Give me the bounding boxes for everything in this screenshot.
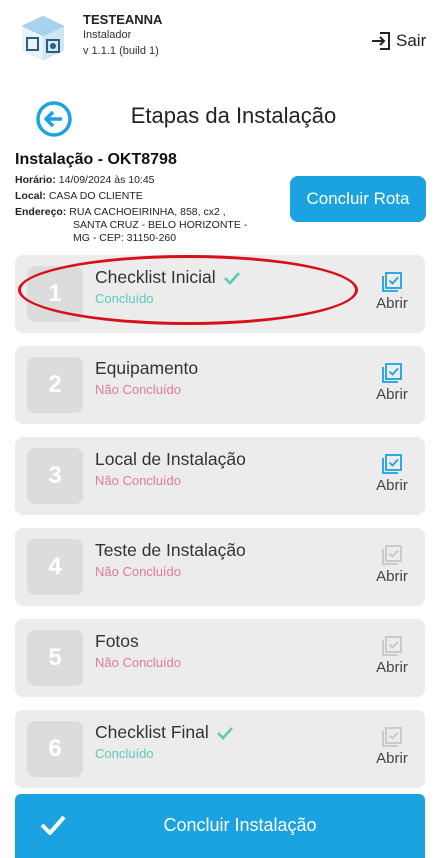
step-title-wrap: Fotos bbox=[95, 631, 139, 652]
endereco-line-2: SANTA CRUZ - BELO HORIZONTE - bbox=[73, 219, 248, 231]
open-step-button[interactable]: Abrir bbox=[370, 635, 414, 676]
open-label: Abrir bbox=[376, 659, 408, 676]
app-version: v 1.1.1 (build 1) bbox=[83, 45, 159, 57]
endereco-line-3: MG - CEP: 31150-260 bbox=[73, 232, 177, 244]
open-step-button[interactable]: Abrir bbox=[370, 453, 414, 494]
checklist-icon bbox=[382, 272, 402, 292]
step-card-5[interactable]: 5 Fotos Não Concluído Abrir bbox=[15, 619, 425, 697]
endereco-line-1: RUA CACHOEIRINHA, 858, cx2 , bbox=[69, 206, 226, 218]
open-label: Abrir bbox=[376, 295, 408, 312]
checklist-icon bbox=[382, 454, 402, 474]
step-card-3[interactable]: 3 Local de Instalação Não Concluído Abri… bbox=[15, 437, 425, 515]
logout-icon bbox=[372, 32, 390, 50]
open-label: Abrir bbox=[376, 477, 408, 494]
open-step-button[interactable]: Abrir bbox=[370, 271, 414, 312]
page-title: Etapas da Instalação bbox=[130, 103, 337, 128]
open-step-button[interactable]: Abrir bbox=[370, 726, 414, 767]
step-title: Teste de Instalação bbox=[95, 540, 246, 560]
concluir-instalacao-label: Concluir Instalação bbox=[163, 815, 317, 835]
step-title: Local de Instalação bbox=[95, 449, 246, 469]
concluir-rota-button[interactable]: Concluir Rota bbox=[290, 176, 426, 222]
step-title: Equipamento bbox=[95, 358, 199, 378]
step-number: 5 bbox=[27, 630, 83, 686]
step-title-wrap: Local de Instalação bbox=[95, 449, 246, 470]
step-status: Não Concluído bbox=[95, 473, 181, 488]
step-number: 4 bbox=[27, 539, 83, 595]
logout-button[interactable]: Sair bbox=[370, 30, 426, 52]
open-step-button[interactable]: Abrir bbox=[370, 362, 414, 403]
step-card-2[interactable]: 2 Equipamento Não Concluído Abrir bbox=[15, 346, 425, 424]
open-label: Abrir bbox=[376, 750, 408, 767]
logout-label: Sair bbox=[396, 31, 427, 50]
checklist-icon bbox=[382, 727, 402, 747]
open-label: Abrir bbox=[376, 568, 408, 585]
app-header: TESTEANNA Instalador v 1.1.1 (build 1) S… bbox=[0, 0, 437, 80]
horario-value: 14/09/2024 às 10:45 bbox=[58, 174, 155, 186]
step-status: Concluído bbox=[95, 746, 154, 761]
step-status: Não Concluído bbox=[95, 655, 181, 670]
checklist-icon bbox=[382, 545, 402, 565]
concluir-instalacao-button[interactable]: Concluir Instalação bbox=[15, 794, 425, 858]
check-icon bbox=[216, 726, 233, 740]
step-card-4[interactable]: 4 Teste de Instalação Não Concluído Abri… bbox=[15, 528, 425, 606]
checklist-icon bbox=[382, 363, 402, 383]
open-step-button[interactable]: Abrir bbox=[370, 544, 414, 585]
step-status: Não Concluído bbox=[95, 564, 181, 579]
local-label: Local: bbox=[15, 190, 46, 202]
local-value: CASA DO CLIENTE bbox=[48, 190, 143, 202]
step-status: Não Concluído bbox=[95, 382, 181, 397]
app-name: TESTEANNA bbox=[83, 12, 163, 27]
step-title-wrap: Equipamento bbox=[95, 358, 198, 379]
step-title-wrap: Checklist Final bbox=[95, 722, 233, 743]
highlight-annotation bbox=[18, 255, 358, 325]
horario-info: Horário: 14/09/2024 às 10:45 bbox=[15, 174, 155, 187]
step-title: Checklist Final bbox=[95, 722, 209, 742]
app-logo bbox=[20, 14, 66, 62]
step-number: 6 bbox=[27, 721, 83, 777]
user-role: Instalador bbox=[83, 29, 132, 41]
step-title-wrap: Teste de Instalação bbox=[95, 540, 246, 561]
endereco-label: Endereço: bbox=[15, 206, 67, 218]
horario-label: Horário: bbox=[15, 174, 56, 186]
endereco-info: Endereço: RUA CACHOEIRINHA, 858, cx2 , S… bbox=[15, 206, 275, 245]
step-number: 2 bbox=[27, 357, 83, 413]
step-number: 3 bbox=[27, 448, 83, 504]
step-title: Fotos bbox=[95, 631, 139, 651]
step-card-6[interactable]: 6 Checklist Final Concluído Abrir bbox=[15, 710, 425, 788]
installation-title: Instalação - OKT8798 bbox=[15, 151, 177, 168]
local-info: Local: CASA DO CLIENTE bbox=[15, 190, 143, 203]
open-label: Abrir bbox=[376, 386, 408, 403]
checklist-icon bbox=[382, 636, 402, 656]
